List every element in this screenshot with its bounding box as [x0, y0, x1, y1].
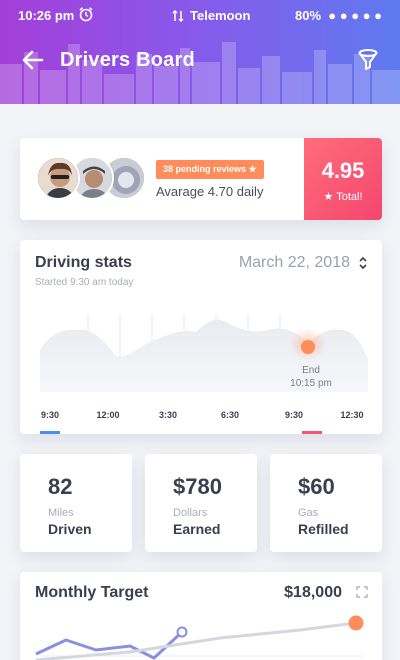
miles-unit: Miles — [48, 507, 74, 519]
end-time-text: 10:15 pm — [290, 378, 332, 389]
total-rating-score: 4.95 — [321, 158, 365, 183]
signal-dots-icon: ● ● ● ● ● — [324, 8, 382, 23]
gas-refilled-card[interactable]: $60 Gas Refilled — [270, 454, 382, 552]
driving-stats-title: Driving stats — [35, 254, 132, 271]
actual-earnings-point — [176, 626, 188, 638]
date-selector[interactable]: March 22, 2018 — [239, 254, 350, 272]
monthly-target-title: Monthly Target — [35, 584, 149, 601]
miles-driven-card[interactable]: 82 Miles Driven — [20, 454, 132, 552]
dollars-unit: Dollars — [173, 507, 208, 519]
end-label-text: End — [302, 365, 320, 376]
time-tick: 12:00 — [96, 410, 120, 420]
gas-unit: Gas — [298, 507, 319, 519]
chevron-up-down-icon[interactable] — [358, 254, 368, 272]
avatar — [36, 156, 80, 200]
monthly-target-amount: $18,000 — [284, 584, 342, 601]
miles-label: Driven — [48, 521, 92, 537]
gas-value: $60 — [298, 474, 335, 499]
time-tick: 3:30 — [158, 410, 178, 420]
average-rating-text: Avarage 4.70 daily — [156, 184, 264, 199]
time-tick: 12:30 — [340, 410, 364, 420]
time-axis: 9:30 12:00 3:30 6:30 9:30 12:30 — [20, 410, 382, 424]
time-tick: 9:30 — [284, 410, 304, 420]
back-arrow-icon[interactable] — [22, 50, 44, 70]
time-tick: 9:30 — [40, 410, 60, 420]
target-end-point — [348, 615, 364, 631]
status-carrier: Telemoon — [190, 8, 251, 23]
driving-activity-chart — [40, 314, 368, 392]
start-marker — [40, 431, 60, 434]
total-rating-label: ★ Total! — [323, 191, 363, 203]
dollars-value: $780 — [173, 474, 222, 499]
app-header: 10:26 pm Telemoon 80% ● ● ● ● ● Drivers … — [0, 0, 400, 104]
end-marker-dot — [301, 340, 315, 354]
battery-percent: 80% — [295, 8, 322, 23]
total-rating-box: 4.95 ★ Total! — [304, 138, 382, 220]
end-time-label: End 10:15 pm — [288, 364, 334, 390]
status-battery: 80% ● ● ● ● ● — [295, 8, 382, 23]
gas-label: Refilled — [298, 521, 349, 537]
driving-stats-card: Driving stats March 22, 2018 Started 9:3… — [20, 240, 382, 434]
filter-icon[interactable] — [358, 49, 378, 71]
started-time-text: Started 9:30 am today — [35, 277, 134, 288]
page-title: Drivers Board — [60, 49, 195, 71]
dollars-earned-card[interactable]: $780 Dollars Earned — [145, 454, 257, 552]
status-bar: 10:26 pm Telemoon 80% ● ● ● ● ● — [0, 0, 400, 30]
alarm-clock-icon — [79, 7, 93, 22]
dollars-label: Earned — [173, 521, 221, 537]
reviews-card[interactable]: 38 pending reviews ★ Avarage 4.70 daily … — [20, 138, 382, 220]
data-transfer-icon — [172, 9, 184, 22]
time-tick: 6:30 — [220, 410, 240, 420]
monthly-target-card: Monthly Target $18,000 — [20, 572, 382, 660]
expand-icon[interactable] — [356, 586, 368, 598]
pending-reviews-badge[interactable]: 38 pending reviews ★ — [156, 160, 264, 179]
monthly-target-chart — [35, 615, 364, 660]
end-marker — [302, 431, 322, 434]
miles-value: 82 — [48, 474, 73, 499]
status-time: 10:26 pm — [18, 8, 75, 23]
target-trend-line — [35, 621, 357, 660]
